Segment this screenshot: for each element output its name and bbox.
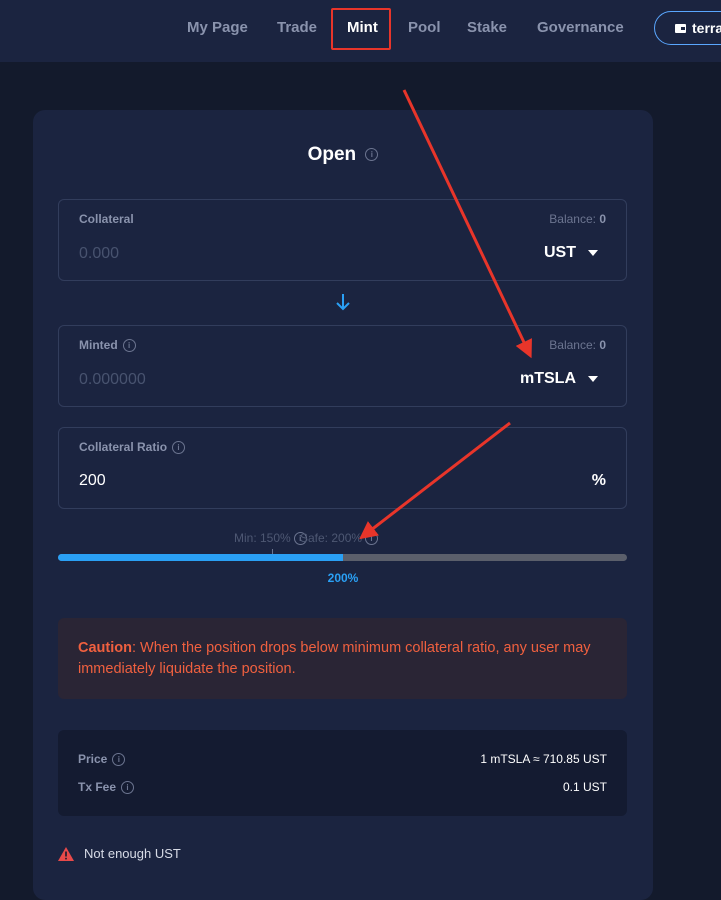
- collateral-box: Collateral Balance: 0 0.000 UST: [58, 199, 627, 281]
- percent-unit: %: [591, 472, 606, 489]
- slider-value-label: 200%: [327, 571, 359, 585]
- collateral-ratio-box: Collateral Ratio i 200 %: [58, 427, 627, 509]
- wallet-label: terra: [692, 20, 721, 36]
- minted-amount-input[interactable]: 0.000000: [79, 371, 146, 389]
- minted-token-label: mTSLA: [520, 370, 576, 387]
- chevron-down-icon: [588, 250, 598, 256]
- caution-text: : When the position drops below minimum …: [78, 640, 591, 677]
- nav-item-trade[interactable]: Trade: [277, 19, 317, 37]
- insufficient-balance-warning: Not enough UST: [58, 846, 181, 861]
- info-icon[interactable]: i: [122, 338, 136, 352]
- minted-balance: Balance: 0: [549, 338, 606, 352]
- slider-safe-marker: Safe: 200% i: [300, 531, 379, 545]
- slider-min-marker: Min: 150% i: [234, 531, 307, 545]
- nav-item-governance[interactable]: Governance: [537, 19, 624, 37]
- chevron-down-icon: [588, 376, 598, 382]
- price-label: Price i: [78, 752, 126, 766]
- minted-box: Minted i Balance: 0 0.000000 mTSLA: [58, 325, 627, 407]
- tx-fee-label: Tx Fee i: [78, 780, 135, 794]
- collateral-token-select[interactable]: UST: [544, 244, 598, 262]
- info-icon[interactable]: i: [112, 752, 126, 766]
- tx-fee-value: 0.1 UST: [562, 780, 607, 794]
- caution-title: Caution: [78, 640, 132, 656]
- info-icon[interactable]: i: [121, 780, 135, 794]
- info-icon[interactable]: i: [365, 531, 379, 545]
- nav-item-pool[interactable]: Pool: [408, 19, 441, 37]
- collateral-label: Collateral: [79, 212, 134, 226]
- mint-highlight-box: [331, 8, 391, 50]
- minted-label: Minted i: [79, 338, 136, 352]
- collateral-token-label: UST: [544, 244, 576, 261]
- info-icon[interactable]: i: [172, 440, 186, 454]
- slider-fill: [58, 554, 343, 561]
- collateral-amount-input[interactable]: 0.000: [79, 245, 119, 263]
- nav-item-stake[interactable]: Stake: [467, 19, 507, 37]
- summary-panel: Price i 1 mTSLA ≈ 710.85 UST Tx Fee i 0.…: [58, 730, 627, 816]
- collateral-balance: Balance: 0: [549, 212, 606, 226]
- wallet-icon: [675, 23, 686, 33]
- caution-message: Caution: When the position drops below m…: [58, 618, 627, 699]
- info-icon[interactable]: i: [365, 148, 379, 162]
- connect-wallet-button[interactable]: terra: [654, 11, 721, 45]
- page-title: Open i: [0, 144, 686, 166]
- top-navigation-bar: My Page Trade Mint Pool Stake Governance…: [0, 0, 721, 62]
- page-title-text: Open: [307, 144, 357, 165]
- nav-item-my-page[interactable]: My Page: [187, 19, 248, 37]
- warning-triangle-icon: [58, 846, 74, 861]
- collateral-ratio-label: Collateral Ratio i: [79, 440, 186, 454]
- arrow-down-icon: [336, 294, 350, 311]
- collateral-ratio-slider[interactable]: [58, 554, 627, 561]
- warning-text: Not enough UST: [84, 846, 181, 861]
- collateral-ratio-input[interactable]: 200: [79, 472, 106, 490]
- minted-token-select[interactable]: mTSLA: [520, 370, 598, 388]
- price-value: 1 mTSLA ≈ 710.85 UST: [480, 752, 607, 766]
